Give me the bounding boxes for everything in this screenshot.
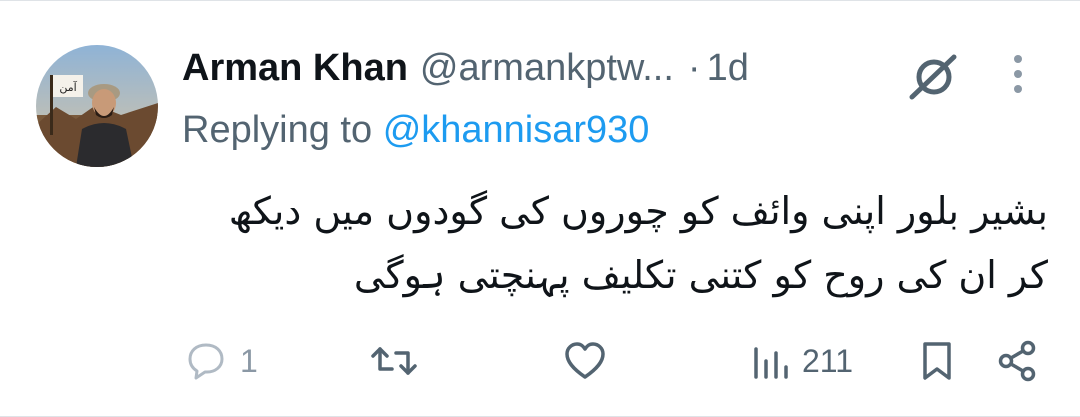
author-name[interactable]: Arman Khan (182, 47, 408, 90)
views-count: 211 (802, 342, 854, 379)
views-icon (750, 339, 790, 383)
more-vertical-icon[interactable] (1004, 51, 1032, 97)
separator-dot: · (687, 47, 701, 89)
grok-icon[interactable] (906, 53, 962, 101)
reply-count: 1 (240, 342, 258, 379)
tweet-text-line: بشیر بلور اپنی وائف کو چوروں کی گودوں می… (228, 189, 1048, 233)
like-button[interactable] (562, 337, 620, 385)
avatar[interactable]: آمن (36, 45, 158, 167)
tweet-header: Arman Khan @armankptw... · 1d (182, 47, 749, 99)
replying-to: Replying to @khannisar930 (182, 109, 649, 152)
reply-button[interactable]: 1 (184, 337, 258, 385)
reply-icon (184, 339, 228, 383)
replying-mention[interactable]: @khannisar930 (383, 109, 650, 151)
share-button[interactable] (996, 337, 1040, 385)
retweet-button[interactable] (370, 337, 430, 385)
views-button[interactable]: 211 (750, 337, 853, 385)
heart-icon (562, 339, 608, 383)
tweet-text-line: کر ان کی روح کو کتنی تکلیف پہنچتی ہوگی (353, 253, 1048, 297)
tweet-text: بشیر بلور اپنی وائف کو چوروں کی گودوں می… (180, 179, 1048, 307)
tweet[interactable]: آمن Arman Khan @armankptw... · 1d Replyi… (0, 0, 1080, 417)
bookmark-button[interactable] (918, 337, 956, 385)
author-handle[interactable]: @armankptw... (420, 47, 674, 90)
timestamp[interactable]: 1d (707, 47, 749, 90)
replying-prefix: Replying to (182, 109, 373, 151)
avatar-flag-text: آمن (59, 80, 77, 94)
bookmark-icon (918, 339, 956, 383)
action-bar: 1 211 (0, 331, 1080, 391)
share-icon (996, 339, 1040, 383)
retweet-icon (370, 339, 418, 383)
